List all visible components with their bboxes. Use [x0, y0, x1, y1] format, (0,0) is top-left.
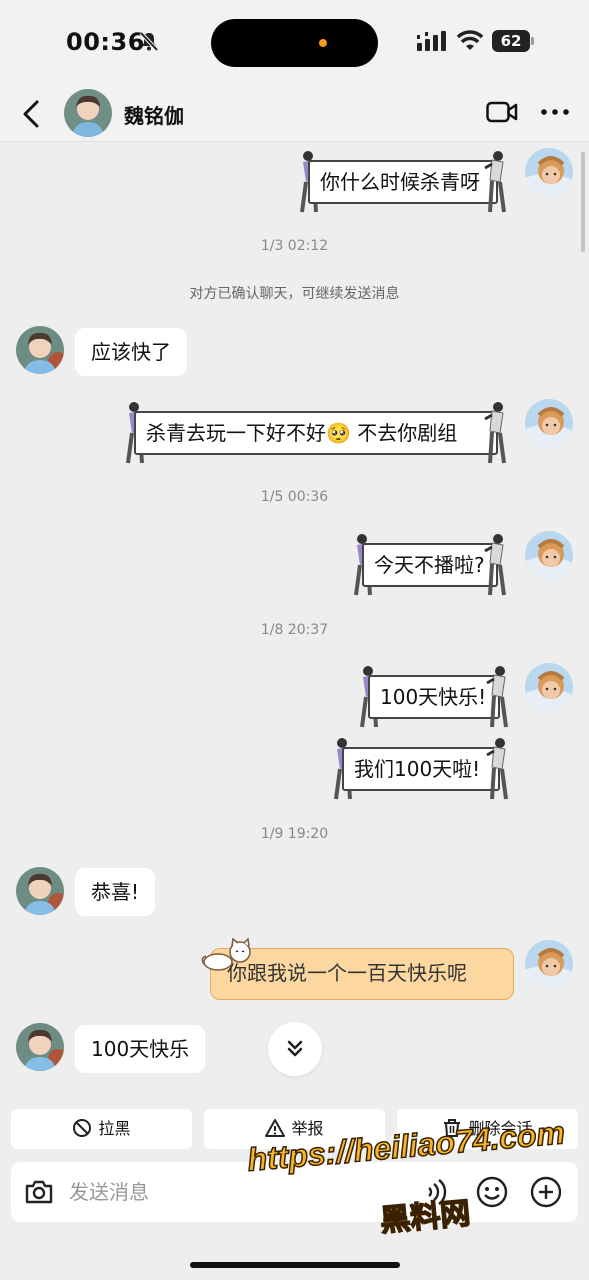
chat-header: 魏铭伽 [0, 86, 589, 142]
sign-holder-right-icon [484, 401, 512, 465]
scroll-to-bottom-button[interactable] [268, 1022, 322, 1076]
block-label: 拉黑 [98, 1119, 131, 1138]
signal-icon [417, 31, 446, 51]
message-sign-bubble[interactable]: 今天不播啦? [348, 533, 512, 597]
message-input[interactable]: 发送消息 [69, 1162, 149, 1222]
message-sign-bubble[interactable]: 我们100天啦! [328, 737, 514, 801]
sign-holder-right-icon [484, 150, 512, 214]
mic-indicator [319, 39, 327, 47]
more-icon[interactable] [540, 104, 570, 120]
contact-avatar[interactable] [64, 89, 112, 137]
status-time: 00:36 [66, 28, 145, 56]
block-button[interactable]: 拉黑 [11, 1109, 192, 1149]
contact-name[interactable]: 魏铭伽 [124, 100, 184, 129]
status-bar: 00:36 62 [0, 0, 589, 86]
warning-icon [265, 1119, 286, 1137]
sign-holder-right-icon [486, 665, 514, 729]
message-bubble[interactable]: 恭喜! [75, 868, 156, 916]
chevron-double-down-icon [287, 1040, 303, 1057]
contact-avatar[interactable] [16, 867, 64, 915]
scrollbar[interactable] [581, 152, 585, 252]
my-avatar[interactable] [525, 940, 573, 988]
message-text: 100天快乐! [368, 675, 500, 719]
contact-avatar[interactable] [16, 1023, 64, 1071]
message-text: 杀青去玩一下好不好🥺 不去你剧组 [134, 411, 498, 455]
my-avatar[interactable] [525, 531, 573, 579]
message-bubble[interactable]: 应该快了 [75, 328, 187, 376]
block-icon [73, 1119, 92, 1137]
timestamp: 1/3 02:12 [260, 238, 329, 254]
battery-level: 62 [492, 30, 530, 52]
watermark: https://heiliao74.com 黑料网 [245, 1114, 576, 1242]
wifi-icon [456, 30, 484, 50]
message-text: 今天不播啦? [362, 543, 498, 587]
my-avatar[interactable] [525, 148, 573, 196]
message-sign-bubble[interactable]: 你什么时候杀青呀 [294, 150, 512, 214]
back-icon[interactable] [20, 98, 44, 130]
my-avatar[interactable] [525, 663, 573, 711]
sign-holder-right-icon [486, 737, 514, 801]
cat-sticker-icon [201, 938, 251, 971]
contact-avatar[interactable] [16, 326, 64, 374]
sign-holder-right-icon [484, 533, 512, 597]
system-message: 对方已确认聊天，可继续发送消息 [189, 286, 400, 302]
home-indicator[interactable] [190, 1262, 400, 1268]
dynamic-island [211, 19, 378, 67]
timestamp: 1/9 19:20 [260, 826, 329, 842]
message-sign-bubble[interactable]: 100天快乐! [354, 665, 514, 729]
bell-mute-icon [139, 31, 159, 52]
camera-icon[interactable] [23, 1176, 55, 1208]
message-sign-bubble[interactable]: 杀青去玩一下好不好🥺 不去你剧组 [120, 401, 512, 465]
message-text: 你什么时候杀青呀 [308, 160, 498, 204]
my-avatar[interactable] [525, 399, 573, 447]
message-text: 我们100天啦! [342, 747, 500, 791]
timestamp: 1/5 00:36 [260, 489, 329, 505]
message-bubble[interactable]: 100天快乐 [75, 1025, 206, 1073]
watermark-brand: 黑料网 [378, 1196, 472, 1238]
video-call-icon[interactable] [486, 100, 518, 124]
timestamp: 1/8 20:37 [260, 622, 329, 638]
battery-icon: 62 [492, 30, 534, 52]
